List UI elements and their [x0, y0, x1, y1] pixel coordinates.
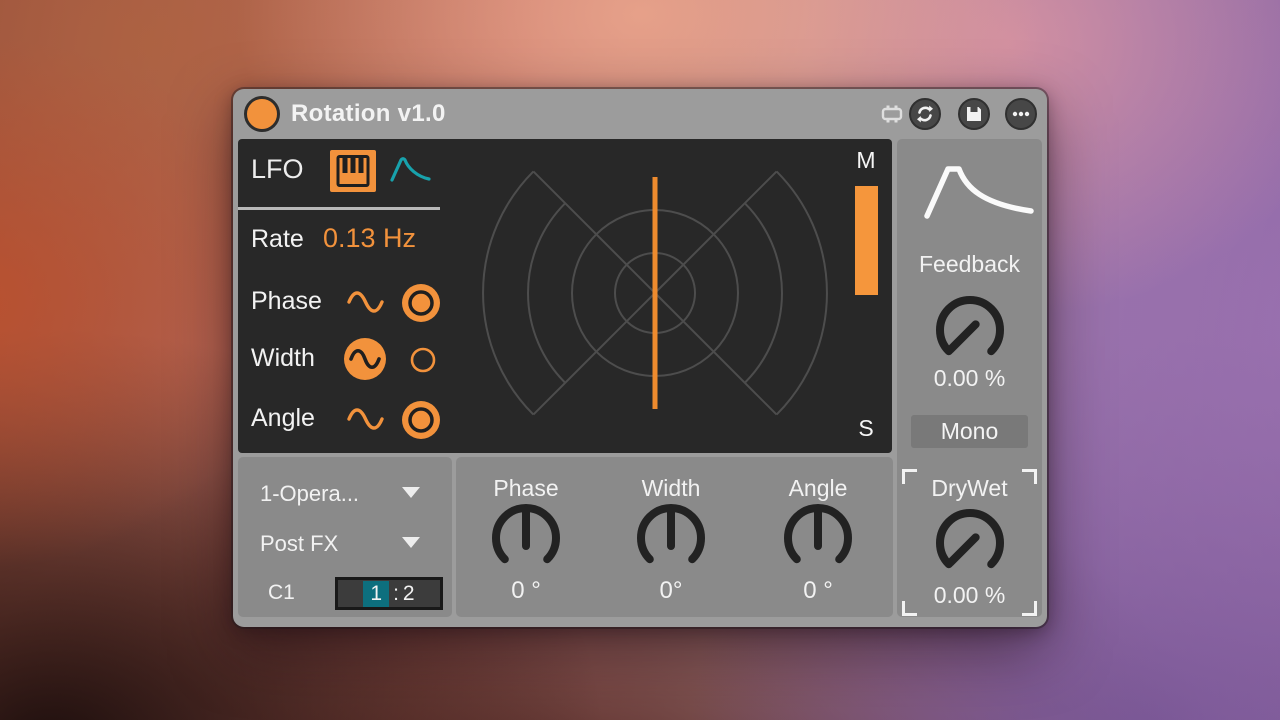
sync-icon — [915, 104, 935, 124]
save-icon — [965, 105, 983, 123]
ratio-separator: : — [393, 582, 399, 606]
channel-label: C1 — [268, 581, 295, 605]
more-button[interactable] — [1005, 98, 1037, 130]
angle-knob-group: Angle 0 ° — [763, 457, 873, 617]
angle-knob-label: Angle — [763, 475, 873, 502]
more-icon — [1011, 104, 1031, 124]
ratio-left-value[interactable]: 1 — [363, 581, 389, 607]
lfo-row-label-phase: Phase — [251, 287, 322, 316]
lfo-divider — [238, 207, 440, 210]
lfo-row-label-width: Width — [251, 344, 315, 373]
phase-knob-group: Phase 0 ° — [471, 457, 581, 617]
width-wave-toggle-on[interactable] — [343, 337, 387, 381]
width-knob[interactable] — [633, 500, 709, 576]
phase-knob[interactable] — [488, 500, 564, 576]
channel-ratio-box[interactable]: 1 : 2 — [335, 577, 443, 610]
mid-level-meter — [855, 186, 878, 295]
mono-button-label: Mono — [941, 418, 999, 445]
phase-knob-label: Phase — [471, 475, 581, 502]
feedback-label: Feedback — [897, 251, 1042, 278]
phase-circle-toggle-on[interactable] — [401, 283, 441, 323]
drywet-knob[interactable] — [932, 505, 1008, 581]
feedback-value[interactable]: 0.00 % — [897, 365, 1042, 392]
rate-label: Rate — [251, 225, 304, 254]
source-dropdown[interactable]: 1-Opera... — [260, 481, 359, 507]
envelope-mode-button[interactable] — [390, 155, 431, 183]
phase-wave-toggle[interactable] — [347, 289, 384, 315]
angle-knob[interactable] — [780, 500, 856, 576]
midi-keyboard-button[interactable] — [330, 150, 376, 192]
angle-circle-toggle-on[interactable] — [401, 400, 441, 440]
feedback-envelope-icon — [923, 159, 1035, 221]
output-panel: Feedback 0.00 % Mono DryWet 0.00 % — [897, 139, 1042, 617]
width-circle-toggle-off[interactable] — [410, 347, 436, 373]
mono-button[interactable]: Mono — [911, 415, 1028, 448]
mid-meter-label: M — [846, 147, 886, 174]
angle-knob-value[interactable]: 0 ° — [763, 577, 873, 605]
tap-point-dropdown[interactable]: Post FX — [260, 531, 338, 557]
routing-panel: 1-Opera... Post FX C1 1 : 2 — [238, 457, 452, 617]
device-window: Rotation v1.0 — [233, 89, 1047, 627]
save-button[interactable] — [958, 98, 990, 130]
drywet-value[interactable]: 0.00 % — [902, 582, 1037, 609]
desktop-background: Rotation v1.0 — [0, 0, 1280, 720]
rotation-knobs-panel: Phase 0 ° Width 0° Angle — [456, 457, 893, 617]
ratio-right-value[interactable]: 2 — [403, 582, 415, 606]
width-knob-value[interactable]: 0° — [616, 577, 726, 605]
device-power-toggle[interactable] — [244, 96, 280, 132]
phase-knob-value[interactable]: 0 ° — [471, 577, 581, 605]
rate-value[interactable]: 0.13 Hz — [323, 223, 416, 254]
lfo-row-label-angle: Angle — [251, 404, 315, 433]
device-title: Rotation v1.0 — [291, 89, 446, 139]
lfo-display-panel: LFO Rate 0.13 Hz Phase — [238, 139, 892, 453]
lfo-section-title: LFO — [251, 154, 304, 185]
drywet-group: DryWet 0.00 % — [902, 469, 1037, 616]
angle-wave-toggle[interactable] — [347, 406, 384, 432]
source-dropdown-arrow-icon[interactable] — [402, 487, 420, 498]
tap-point-dropdown-arrow-icon[interactable] — [402, 537, 420, 548]
drywet-label: DryWet — [902, 475, 1037, 502]
titlebar: Rotation v1.0 — [233, 89, 1047, 139]
side-meter-label: S — [846, 415, 886, 442]
hot-swap-icon[interactable] — [881, 104, 903, 124]
width-knob-group: Width 0° — [616, 457, 726, 617]
feedback-knob[interactable] — [932, 292, 1008, 368]
width-knob-label: Width — [616, 475, 726, 502]
sync-button[interactable] — [909, 98, 941, 130]
